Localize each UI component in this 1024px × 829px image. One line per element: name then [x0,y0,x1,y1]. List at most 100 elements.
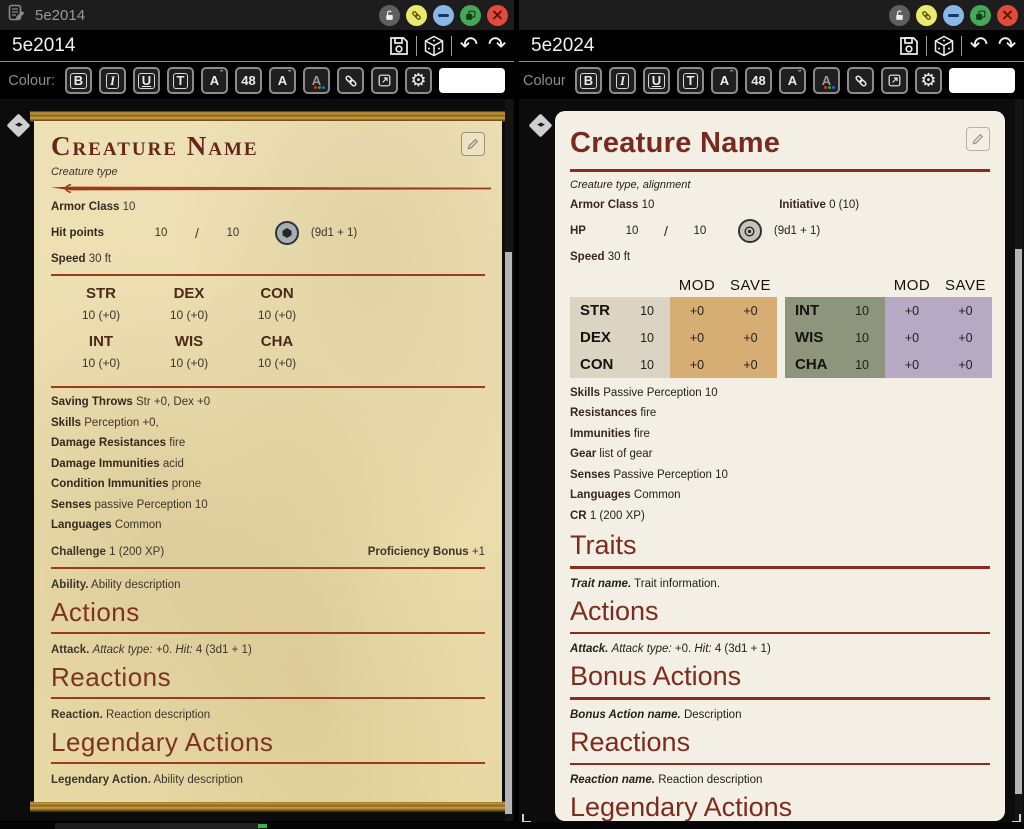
redo-button[interactable]: ↷ [994,33,1020,59]
minimize-button[interactable] [433,5,454,26]
insert-link-button[interactable] [847,67,874,94]
font-size-increase-button[interactable]: Aˆ [711,67,738,94]
speed-value[interactable]: 30 ft [89,253,111,265]
colour-swatch[interactable] [439,68,505,93]
roll-hp-dice-button[interactable] [738,219,762,243]
cha-score[interactable]: 10 (+0) [233,352,321,377]
unlock-button[interactable] [889,5,910,26]
underline-button[interactable]: U [133,67,160,94]
colour-label: Colour: [8,73,55,89]
bonus-action-entry[interactable]: Bonus Action name. Description [570,709,990,721]
italic-button[interactable]: I [99,67,126,94]
save-button[interactable] [386,33,412,59]
creature-name[interactable]: Creature Name [51,132,259,162]
creature-type[interactable]: Creature type, alignment [570,179,990,191]
font-size-increase-button[interactable]: Aˆ [201,67,228,94]
os-titlebar[interactable]: 5e2014 × [0,0,514,30]
italic-button[interactable]: I [609,67,636,94]
hp-current[interactable]: 10 [141,227,181,239]
format-toolbar: Colour: B I U T Aˆ 48 Aˇ A ⚙ [0,62,514,99]
font-size-decrease-button[interactable]: Aˇ [779,67,806,94]
settings-button[interactable]: ⚙ [405,67,432,94]
font-size-value[interactable]: 48 [235,67,262,94]
undo-button[interactable]: ↶ [456,33,482,59]
int-score[interactable]: 10 (+0) [57,352,145,377]
red-rule [570,697,990,700]
scrollbar[interactable] [505,99,513,821]
legendary-entry[interactable]: Legendary Action. Ability description [51,774,485,786]
ac-value[interactable]: 10 [123,201,136,213]
close-button[interactable]: × [487,5,508,26]
hp-formula[interactable]: (9d1 + 1) [311,227,357,239]
scrollbar-thumb[interactable] [505,252,512,814]
underline-button[interactable]: U [643,67,670,94]
edit-name-button[interactable] [461,132,485,156]
edit-name-button[interactable] [966,127,990,151]
text-style-button[interactable]: T [677,67,704,94]
proficiency-value[interactable]: +1 [472,546,485,558]
challenge-value[interactable]: 1 (200 XP) [109,546,164,558]
font-size-value[interactable]: 48 [745,67,772,94]
save-button[interactable] [896,33,922,59]
dice-button[interactable] [931,33,957,59]
colour-swatch[interactable] [949,68,1015,93]
bold-button[interactable]: B [575,67,602,94]
initiative-label: Initiative [779,199,826,211]
hp-max[interactable]: 10 [213,227,253,239]
font-size-decrease-button[interactable]: Aˇ [269,67,296,94]
os-titlebar[interactable]: × [519,0,1024,30]
move-handle-diamond[interactable]: ◂▸ [528,113,552,137]
undo-button[interactable]: ↶ [966,33,992,59]
con-score[interactable]: 10 (+0) [233,304,321,329]
reaction-entry[interactable]: Reaction. Reaction description [51,709,485,721]
unlock-button[interactable] [379,5,400,26]
creature-type[interactable]: Creature type [51,166,485,178]
font-colour-button[interactable]: A [303,67,330,94]
detail-line: Gear list of gear [570,448,990,460]
initiative-value[interactable]: 0 (10) [829,199,859,211]
tapered-divider [51,184,491,193]
bold-button[interactable]: B [65,67,92,94]
roll-hp-dice-button[interactable] [275,221,299,245]
gear-icon: ⚙ [410,70,426,91]
speed-value[interactable]: 30 ft [608,251,630,263]
detail-line: Immunities fire [570,428,990,440]
statblock-2014-body: Creature Name Creature type Armor Class … [34,121,502,802]
hp-formula[interactable]: (9d1 + 1) [774,225,820,237]
trait-entry[interactable]: Ability. Ability description [51,579,485,591]
red-rule [570,763,990,766]
attack-entry[interactable]: Attack. Attack type: +0. Hit: 4 (3d1 + 1… [570,643,990,655]
scrollbar[interactable] [1015,99,1023,825]
actions-heading: Actions [51,597,485,628]
redo-button[interactable]: ↷ [484,33,510,59]
external-link-button[interactable] [881,67,908,94]
minimize-button[interactable] [943,5,964,26]
text-style-button[interactable]: T [167,67,194,94]
settings-button[interactable]: ⚙ [915,67,942,94]
dice-button[interactable] [421,33,447,59]
hp-max[interactable]: 10 [682,225,718,237]
creature-name[interactable]: Creature Name [570,127,780,160]
insert-link-button[interactable] [337,67,364,94]
dex-score[interactable]: 10 (+0) [145,304,233,329]
red-rule [51,386,485,388]
wis-score[interactable]: 10 (+0) [145,352,233,377]
str-score[interactable]: 10 (+0) [57,304,145,329]
maximize-button[interactable] [970,5,991,26]
reaction-entry[interactable]: Reaction name. Reaction description [570,774,990,786]
trait-entry[interactable]: Trait name. Trait information. [570,578,990,590]
link-mode-button[interactable] [406,5,427,26]
attack-entry[interactable]: Attack. Attack type: +0. Hit: 4 (3d1 + 1… [51,644,485,656]
close-button[interactable]: × [997,5,1018,26]
scrollbar-thumb[interactable] [1015,249,1022,794]
document-header: 5e2014 ↶ ↷ [0,30,514,62]
font-colour-button[interactable]: A [813,67,840,94]
maximize-button[interactable] [460,5,481,26]
hp-current[interactable]: 10 [614,225,650,237]
mod-header: MOD [670,275,724,297]
legendary-actions-heading: Legendary Actions [51,727,485,758]
external-link-button[interactable] [371,67,398,94]
ac-value[interactable]: 10 [642,199,655,211]
move-handle-diamond[interactable]: ◂▸ [6,113,30,137]
link-mode-button[interactable] [916,5,937,26]
